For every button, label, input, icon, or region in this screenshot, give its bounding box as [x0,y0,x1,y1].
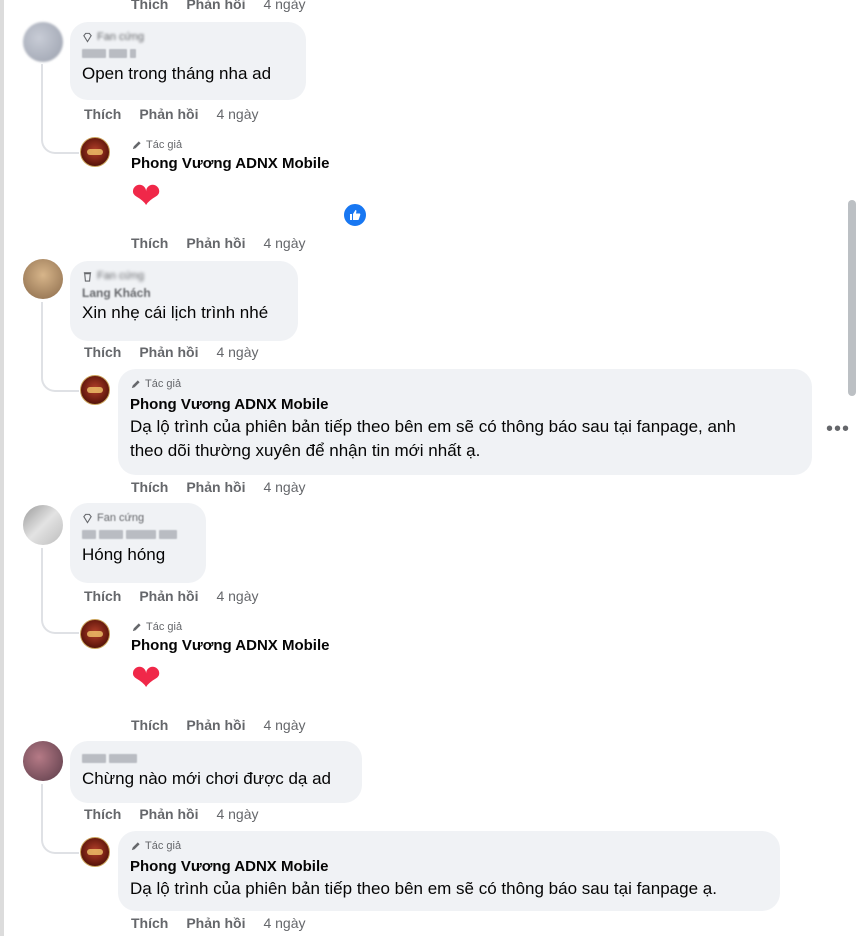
comment-bubble: Fan cứng Lang Khách Xin nhẹ cái lịch trì… [70,261,298,341]
timestamp[interactable]: 4 ngày [263,717,305,733]
pencil-icon [132,140,141,149]
action-row: Thích Phản hồi 4 ngày [131,915,306,931]
like-button[interactable]: Thích [131,0,168,12]
avatar[interactable] [23,259,63,299]
avatar[interactable] [23,22,63,62]
page-name[interactable]: Phong Vương ADNX Mobile [130,857,768,877]
timestamp[interactable]: 4 ngày [216,588,258,604]
avatar[interactable] [23,505,63,545]
fan-badge: Fan cứng [82,269,286,283]
trash-badge-icon [83,271,92,282]
page-avatar[interactable] [80,837,110,867]
pencil-icon [132,622,141,631]
comment-bubble: Fan cứng Open trong tháng nha ad [70,22,306,100]
author-badge: Tác giả [131,620,391,634]
reply-text-line: Dạ lộ trình của phiên bản tiếp theo bên … [130,879,717,898]
timestamp[interactable]: 4 ngày [216,106,258,122]
heart-sticker: ❤ [131,657,162,698]
reply-button[interactable]: Phản hồi [139,344,198,360]
comment-text: Chừng nào mới chơi được dạ ad [82,769,331,788]
like-button[interactable]: Thích [84,588,121,604]
commenter-name-redacted[interactable] [82,527,194,541]
comment-bubble: Chừng nào mới chơi được dạ ad [70,741,362,803]
diamond-icon [83,32,92,43]
thumbs-up-icon [350,210,361,220]
reply-button[interactable]: Phản hồi [139,106,198,122]
action-row: Thích Phản hồi 4 ngày [84,588,259,604]
timestamp[interactable]: 4 ngày [216,344,258,360]
author-badge-label: Tác giả [146,139,183,151]
fan-badge: Fan cứng [82,30,294,44]
page-avatar[interactable] [80,619,110,649]
timestamp[interactable]: 4 ngày [263,915,305,931]
page-name[interactable]: Phong Vương ADNX Mobile [130,395,800,415]
action-row: Thích Phản hồi 4 ngày [84,344,259,360]
like-button[interactable]: Thích [131,479,168,495]
reply-text-line: theo dõi thường xuyên để nhận tin mới nh… [130,441,481,460]
like-button[interactable]: Thích [84,106,121,122]
author-badge-label: Tác giả [145,378,182,390]
reply-button[interactable]: Phản hồi [186,235,245,251]
like-button[interactable]: Thích [131,915,168,931]
timestamp[interactable]: 4 ngày [263,0,305,12]
reply: Tác giả Phong Vương ADNX Mobile ❤ [131,620,391,698]
fan-badge-label: Fan cứng [97,31,145,43]
reply-button[interactable]: Phản hồi [186,479,245,495]
action-row: Thích Phản hồi 4 ngày [84,106,259,122]
pencil-icon [131,379,140,388]
timestamp[interactable]: 4 ngày [216,806,258,822]
author-badge-label: Tác giả [145,840,182,852]
timestamp[interactable]: 4 ngày [263,235,305,251]
reply-button[interactable]: Phản hồi [139,806,198,822]
avatar[interactable] [23,741,63,781]
commenter-name-redacted[interactable] [82,751,350,765]
action-row: Thích Phản hồi 4 ngày [131,0,306,12]
comment-text: Hóng hóng [82,545,166,564]
scrollbar-thumb[interactable] [848,200,856,396]
action-row: Thích Phản hồi 4 ngày [84,806,259,822]
reply-button[interactable]: Phản hồi [139,588,198,604]
author-badge: Tác giả [131,138,391,152]
author-badge-label: Tác giả [146,621,183,633]
comment-text: Open trong tháng nha ad [82,64,272,83]
action-row: Thích Phản hồi 4 ngày [131,479,306,495]
action-row: Thích Phản hồi 4 ngày [131,717,306,733]
author-badge: Tác giả [130,839,768,853]
reply-button[interactable]: Phản hồi [186,915,245,931]
like-button[interactable]: Thích [131,235,168,251]
more-options-button[interactable]: ••• [826,418,850,441]
page-name[interactable]: Phong Vương ADNX Mobile [131,636,391,656]
pencil-icon [131,841,140,850]
like-button[interactable]: Thích [84,344,121,360]
page-name[interactable]: Phong Vương ADNX Mobile [131,154,391,174]
timestamp[interactable]: 4 ngày [263,479,305,495]
fan-badge-label: Fan cứng [97,270,145,282]
commenter-name[interactable]: Lang Khách [82,285,286,301]
like-reaction-badge[interactable] [342,202,368,228]
fan-badge-label: Fan cứng [97,512,145,524]
like-button[interactable]: Thích [131,717,168,733]
reply-text-line: Dạ lộ trình của phiên bản tiếp theo bên … [130,417,736,436]
fan-badge: Fan cứng [82,511,194,525]
comment-text: Xin nhẹ cái lịch trình nhé [82,303,269,322]
reply-button[interactable]: Phản hồi [186,717,245,733]
reply-button[interactable]: Phản hồi [186,0,245,12]
reply-bubble: Tác giả Phong Vương ADNX Mobile Dạ lộ tr… [118,369,812,475]
page-avatar[interactable] [80,137,110,167]
comment-bubble: Fan cứng Hóng hóng [70,503,206,583]
like-button[interactable]: Thích [84,806,121,822]
page-avatar[interactable] [80,375,110,405]
author-badge: Tác giả [130,377,800,391]
commenter-name-redacted[interactable] [82,46,294,60]
diamond-icon [83,513,92,524]
action-row: Thích Phản hồi 4 ngày [131,235,306,251]
window-edge [0,0,4,936]
reply-bubble: Tác giả Phong Vương ADNX Mobile Dạ lộ tr… [118,831,780,911]
